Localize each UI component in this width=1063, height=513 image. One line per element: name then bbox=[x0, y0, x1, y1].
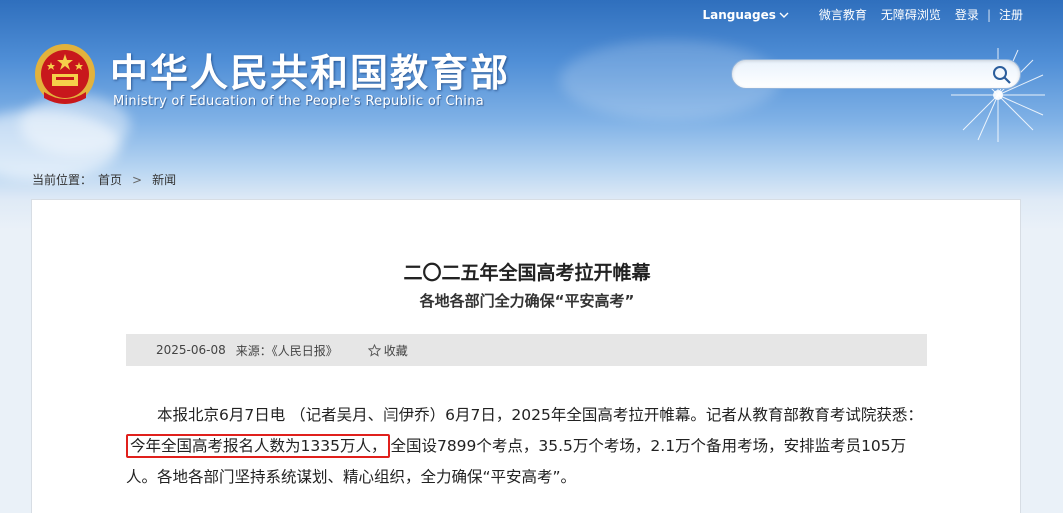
national-emblem-icon bbox=[35, 44, 95, 104]
search-icon[interactable] bbox=[992, 65, 1012, 85]
site-title: 中华人民共和国教育部 bbox=[110, 51, 511, 95]
top-links: Languages 微言教育 无障碍浏览 登录 | 注册 bbox=[703, 6, 1024, 23]
breadcrumb-news-link[interactable]: 新闻 bbox=[152, 171, 176, 188]
breadcrumb-separator-icon: > bbox=[132, 172, 143, 187]
highlighted-text: 今年全国高考报名人数为1335万人， bbox=[126, 434, 391, 458]
article-title: 二〇二五年全国高考拉开帷幕 bbox=[403, 262, 651, 284]
login-link[interactable]: 登录 bbox=[955, 6, 979, 23]
languages-menu[interactable]: Languages bbox=[703, 8, 789, 22]
search-box bbox=[731, 59, 1021, 89]
favorite-button[interactable]: 收藏 bbox=[367, 342, 408, 359]
article-source: 来源：《人民日报》 bbox=[235, 343, 338, 358]
breadcrumb-label: 当前位置： bbox=[32, 173, 93, 187]
star-icon bbox=[367, 343, 381, 357]
divider: | bbox=[986, 7, 991, 22]
dandelion-decoration bbox=[951, 48, 1045, 142]
site-subtitle: Ministry of Education of the People's Re… bbox=[113, 94, 485, 109]
register-link[interactable]: 注册 bbox=[999, 6, 1023, 23]
article-card: 二〇二五年全国高考拉开帷幕 各地各部门全力确保“平安高考” 2025-06-08… bbox=[31, 199, 1021, 513]
accessible-browsing-link[interactable]: 无障碍浏览 bbox=[881, 6, 941, 23]
article-body-text: 本报北京6月7日电 （记者吴月、闫伊乔）6月7日，2025年全国高考拉开帷幕。记… bbox=[157, 406, 923, 424]
chevron-down-icon bbox=[779, 12, 789, 18]
weibo-link[interactable]: 微言教育 bbox=[819, 6, 867, 23]
article-meta-bar: 2025-06-08 来源：《人民日报》 收藏 bbox=[126, 334, 927, 366]
article-body: 本报北京6月7日电 （记者吴月、闫伊乔）6月7日，2025年全国高考拉开帷幕。记… bbox=[126, 400, 928, 493]
favorite-label: 收藏 bbox=[383, 343, 408, 358]
languages-label: Languages bbox=[702, 7, 776, 22]
breadcrumb: 当前位置： 首页 > 新闻 bbox=[32, 171, 176, 188]
breadcrumb-home-link[interactable]: 首页 bbox=[98, 171, 122, 188]
article-date: 2025-06-08 bbox=[156, 343, 226, 357]
search-input[interactable] bbox=[746, 60, 996, 88]
article-subtitle: 各地各部门全力确保“平安高考” bbox=[419, 292, 635, 310]
